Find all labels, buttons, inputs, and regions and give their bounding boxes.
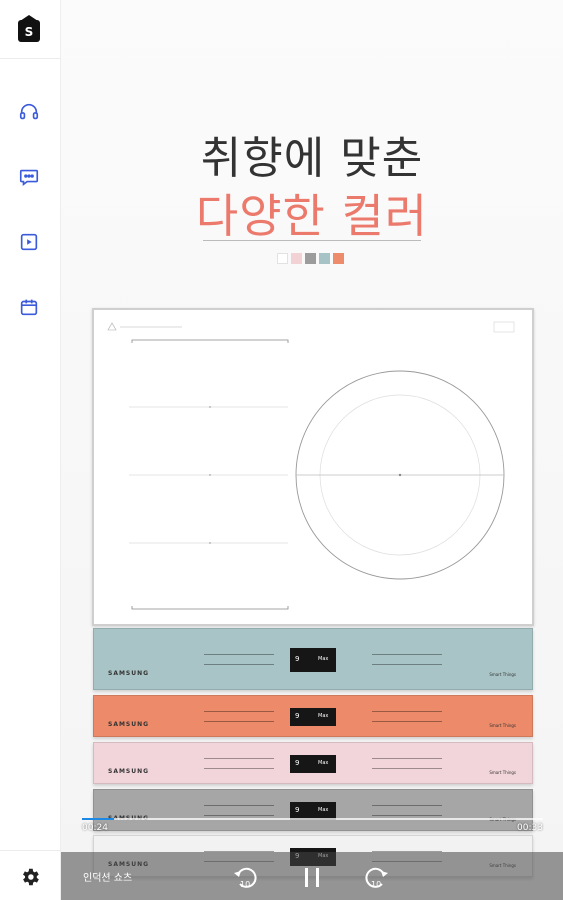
- band-display: 9 Max: [290, 708, 336, 726]
- band-slider-line: [204, 805, 274, 806]
- cooktop-color-band: SAMSUNG 9 Max Smart Things: [93, 695, 533, 737]
- band-display: 9 Max: [290, 755, 336, 773]
- band-tag: Smart Things: [489, 770, 516, 775]
- band-slider-line: [372, 758, 442, 759]
- band-brand-label: SAMSUNG: [108, 721, 150, 728]
- rewind-label: 10: [240, 880, 250, 889]
- color-swatch: [333, 253, 344, 264]
- forward-icon: 10: [365, 867, 388, 889]
- cooktop-color-band: SAMSUNG9MaxSmart Things: [93, 789, 533, 831]
- cooktop-surface-drawing: [107, 321, 515, 610]
- display-digit: 9: [295, 806, 300, 814]
- band-slider-line: [204, 815, 274, 816]
- app-window: S 취향에 맞춘 다양한 컬러 SAMSUNG 9 Max Smart Thin…: [0, 0, 563, 900]
- band-slider-line: [372, 654, 442, 655]
- forward-label: 10: [371, 880, 381, 889]
- sidebar: S: [0, 0, 61, 900]
- rewind-10-button[interactable]: 10: [231, 862, 261, 892]
- headline-line1: 취향에 맞춘: [200, 133, 424, 184]
- band-slider-line: [204, 768, 274, 769]
- band-tag: Smart Things: [489, 672, 516, 677]
- player-controls: 인덕션 쇼츠 10 10: [61, 852, 563, 900]
- pause-icon: [305, 868, 319, 887]
- color-swatches: [277, 253, 344, 264]
- band-slider-line: [204, 654, 274, 655]
- band-slider-line: [204, 664, 274, 665]
- display-digit: 9: [295, 759, 300, 767]
- band-brand-label: SAMSUNG: [108, 670, 150, 677]
- display-digit: 9: [295, 712, 300, 720]
- band-slider-line: [204, 721, 274, 722]
- calendar-icon[interactable]: [17, 295, 41, 319]
- color-swatch: [305, 253, 316, 264]
- band-slider-line: [372, 711, 442, 712]
- forward-10-button[interactable]: 10: [361, 862, 391, 892]
- headline-underline: [203, 240, 421, 241]
- sidebar-divider: [0, 58, 61, 59]
- rewind-icon: 10: [234, 867, 257, 889]
- color-swatch: [319, 253, 330, 264]
- band-brand-label: SAMSUNG: [108, 768, 150, 775]
- sidebar-bottom-divider: [0, 850, 61, 851]
- band-slider-line: [372, 815, 442, 816]
- display-label: Max: [318, 760, 329, 766]
- app-logo[interactable]: S: [18, 15, 40, 42]
- cooktop-color-band: SAMSUNG 9 Max Smart Things: [93, 628, 533, 690]
- band-display: 9 Max: [290, 648, 336, 672]
- band-slider-line: [372, 664, 442, 665]
- band-slider-line: [372, 721, 442, 722]
- color-swatch: [291, 253, 302, 264]
- display-label: Max: [318, 807, 329, 813]
- cooktop-top-glass: [92, 308, 534, 626]
- time-total: 00:33: [517, 823, 543, 833]
- logo-letter: S: [24, 25, 34, 39]
- headline-line2: 다양한 컬러: [195, 189, 429, 243]
- pause-button[interactable]: [297, 862, 327, 892]
- cooktop-image: SAMSUNG 9 Max Smart Things SAMSUNG 9 Max Smart …: [92, 308, 534, 877]
- media-icon[interactable]: [17, 230, 41, 254]
- band-slider-line: [372, 768, 442, 769]
- progress-fill: [82, 818, 115, 820]
- main-content: 취향에 맞춘 다양한 컬러 SAMSUNG 9 Max Smart Things…: [61, 0, 563, 900]
- band-slider-line: [372, 805, 442, 806]
- video-title: 인덕션 쇼츠: [83, 873, 133, 884]
- headset-icon[interactable]: [17, 100, 41, 124]
- color-swatch: [277, 253, 288, 264]
- display-digit: 9: [295, 655, 300, 663]
- display-label: Max: [318, 713, 329, 719]
- band-slider-line: [204, 758, 274, 759]
- time-current: 00:24: [82, 823, 108, 833]
- gear-icon[interactable]: [19, 866, 41, 888]
- band-tag: Smart Things: [489, 723, 516, 728]
- chat-icon[interactable]: [17, 165, 41, 189]
- cooktop-color-band: SAMSUNG 9 Max Smart Things: [93, 742, 533, 784]
- progress-bar[interactable]: [82, 818, 543, 820]
- display-label: Max: [318, 656, 329, 662]
- band-slider-line: [204, 711, 274, 712]
